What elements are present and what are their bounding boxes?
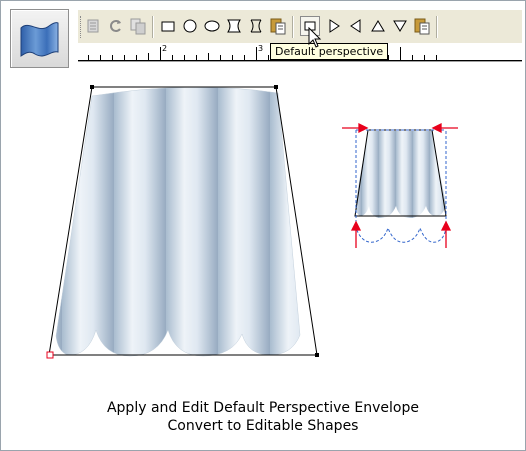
envelope-handle <box>274 85 278 89</box>
small-curtain-shape <box>355 131 446 218</box>
caption-line-2: Convert to Editable Shapes <box>167 418 359 434</box>
envelope-handle <box>315 353 319 357</box>
caption-line-1: Apply and Edit Default Perspective Envel… <box>106 400 420 416</box>
perspective-illustration <box>46 85 458 359</box>
envelope-handle <box>46 351 54 359</box>
envelope-handle <box>90 85 94 89</box>
curtain-shape <box>55 86 301 357</box>
caption: Apply and Edit Default Perspective Envel… <box>0 399 526 435</box>
